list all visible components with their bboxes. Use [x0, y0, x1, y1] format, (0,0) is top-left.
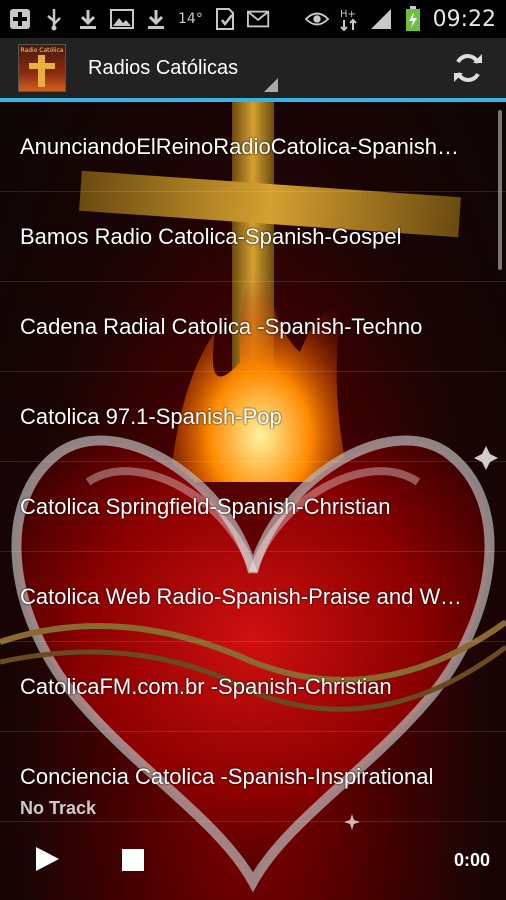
list-item[interactable]: Catolica Springfield-Spanish-Christian [0, 462, 506, 552]
temperature-label: 14° [178, 11, 203, 27]
signal-icon [369, 7, 393, 31]
eye-icon [304, 7, 329, 31]
station-label: CatolicaFM.com.br -Spanish-Christian [20, 673, 392, 699]
image-icon [110, 7, 134, 31]
email-icon [246, 7, 271, 31]
station-list-panel: AnunciandoElReinoRadioCatolica-Spanish-R… [0, 102, 506, 900]
svg-text:H+: H+ [340, 9, 356, 20]
system-icons: H+ 09:22 [304, 6, 506, 32]
player-bar: No Track 0:00 [0, 798, 506, 900]
list-item[interactable]: Catolica Web Radio-Spanish-Praise and Wo… [0, 552, 506, 642]
refresh-icon [454, 54, 482, 82]
notification-icons: 14° [0, 7, 271, 31]
scrollbar[interactable] [498, 110, 502, 270]
list-item[interactable]: AnunciandoElReinoRadioCatolica-Spanish-R… [0, 102, 506, 192]
list-item[interactable]: Catolica 97.1-Spanish-Pop [0, 372, 506, 462]
battery-charging-icon [401, 6, 425, 31]
network-hplus-icon: H+ [337, 7, 361, 32]
sd-card-icon [213, 7, 237, 31]
station-label: Catolica 97.1-Spanish-Pop [20, 403, 282, 429]
action-bar: Radio Católica Radios Católicas [0, 38, 506, 102]
station-label: AnunciandoElReinoRadioCatolica-Spanish-R… [20, 133, 466, 159]
screen: 14° H+ 09:22 Radio Católica Radios Catól… [0, 0, 506, 900]
station-list: AnunciandoElReinoRadioCatolica-Spanish-R… [0, 102, 506, 822]
add-icon [8, 7, 32, 31]
play-icon [36, 847, 59, 871]
stop-button[interactable] [122, 849, 144, 871]
station-label: Catolica Springfield-Spanish-Christian [20, 493, 391, 519]
page-title: Radios Católicas [88, 56, 239, 79]
play-button[interactable] [34, 846, 60, 872]
list-item[interactable]: Bamos Radio Catolica-Spanish-Gospel [0, 192, 506, 282]
station-label: Catolica Web Radio-Spanish-Praise and Wo… [20, 583, 466, 609]
download-icon [76, 7, 100, 31]
elapsed-time: 0:00 [453, 850, 490, 870]
app-logo-text: Radio Católica [20, 47, 64, 54]
spinner-arrow-icon [264, 78, 279, 92]
list-item[interactable]: CatolicaFM.com.br -Spanish-Christian [0, 642, 506, 732]
track-label: No Track [20, 798, 97, 818]
list-item[interactable]: Cadena Radial Catolica -Spanish-Techno [0, 282, 506, 372]
clock-label: 09:22 [432, 6, 496, 32]
station-label: Bamos Radio Catolica-Spanish-Gospel [20, 223, 402, 249]
station-label: Conciencia Catolica -Spanish-Inspiration… [20, 763, 434, 789]
app-logo[interactable]: Radio Católica [18, 44, 66, 92]
category-spinner[interactable]: Radios Católicas [88, 38, 279, 98]
download-icon [144, 7, 168, 31]
refresh-button[interactable] [450, 50, 486, 86]
status-bar: 14° H+ 09:22 [0, 0, 506, 38]
station-label: Cadena Radial Catolica -Spanish-Techno [20, 313, 423, 339]
usb-icon [42, 7, 66, 31]
